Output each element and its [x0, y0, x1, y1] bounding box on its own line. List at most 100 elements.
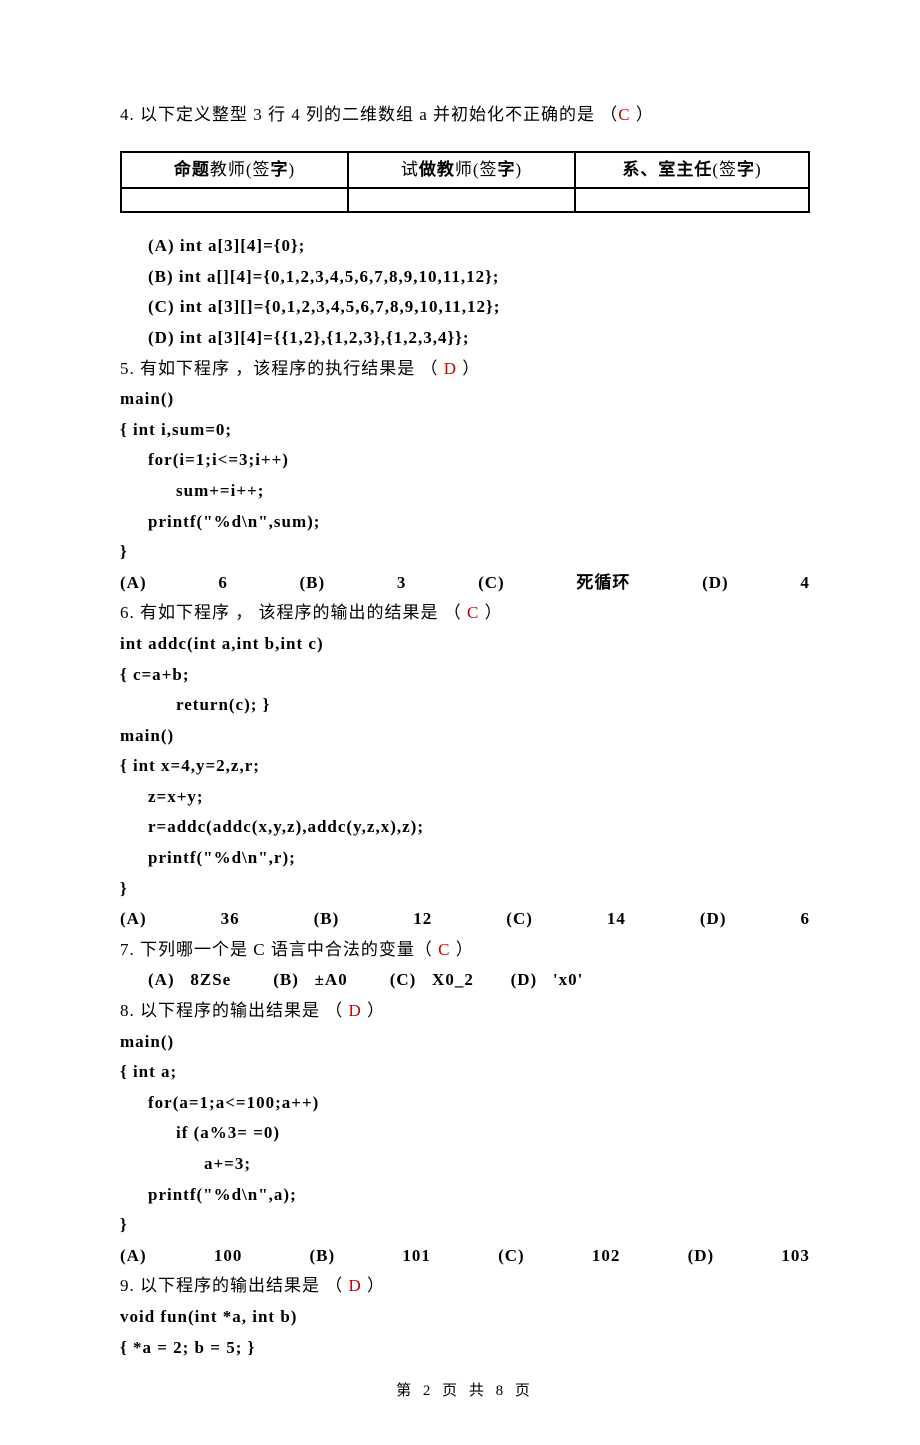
q4-opt-b: (B) int a[][4]={0,1,2,3,4,5,6,7,8,9,10,1… — [120, 262, 810, 293]
q9-code2: { *a = 2; b = 5; } — [120, 1333, 810, 1364]
table-cell: 系、室主任(签字) — [575, 152, 809, 189]
q7-tail: ） — [450, 940, 473, 959]
table-head-row: 命题教师(签字) 试做教师(签字) 系、室主任(签字) — [121, 152, 809, 189]
t-h2c: 师(签 — [455, 160, 498, 179]
q6-aC: (C) — [506, 904, 533, 935]
q6-code1: int addc(int a,int b,int c) — [120, 629, 810, 660]
page-content: 4. 以下定义整型 3 行 4 列的二维数组 a 并初始化不正确的是 （C ） … — [0, 0, 920, 1445]
t-h3c: 字 — [737, 160, 755, 179]
q4-tail: ） — [631, 105, 654, 124]
q9-tail: ） — [362, 1276, 385, 1295]
q8-aC: (C) — [498, 1241, 525, 1272]
q8-aCv: 102 — [592, 1241, 621, 1272]
q8-aDv: 103 — [781, 1241, 810, 1272]
q5-aDv: 4 — [800, 568, 810, 599]
q5-code6: } — [120, 537, 810, 568]
t-h2a: 试 — [401, 160, 419, 179]
q6-aDv: 6 — [801, 904, 811, 935]
q9-code1: void fun(int *a, int b) — [120, 1302, 810, 1333]
q5-tail: ） — [457, 359, 480, 378]
q6-code9: } — [120, 874, 810, 905]
q6-aAv: 36 — [221, 904, 240, 935]
table-empty-row — [121, 188, 809, 212]
t-h2e: ) — [516, 160, 523, 179]
q8-aD: (D) — [688, 1241, 715, 1272]
question-9: 9. 以下程序的输出结果是 （ D ） — [120, 1271, 810, 1302]
question-7: 7. 下列哪一个是 C 语言中合法的变量（ C ） — [120, 935, 810, 966]
table-cell: 试做教师(签字) — [348, 152, 575, 189]
question-4: 4. 以下定义整型 3 行 4 列的二维数组 a 并初始化不正确的是 （C ） — [120, 100, 810, 131]
q8-code1: main() — [120, 1027, 810, 1058]
q5-code4: sum+=i++; — [120, 476, 810, 507]
q4-text: 4. 以下定义整型 3 行 4 列的二维数组 a 并初始化不正确的是 （ — [120, 105, 618, 124]
q6-aBv: 12 — [413, 904, 432, 935]
q6-aD: (D) — [700, 904, 727, 935]
t-h1c: (签 — [246, 160, 271, 179]
q8-answers: (A) 100 (B) 101 (C) 102 (D) 103 — [120, 1241, 810, 1272]
q5-aB: (B) — [300, 568, 326, 599]
q5-aAv: 6 — [218, 568, 228, 599]
q8-code3: for(a=1;a<=100;a++) — [120, 1088, 810, 1119]
q6-tail: ） — [479, 603, 502, 622]
q4-opt-a: (A) int a[3][4]={0}; — [120, 231, 810, 262]
signature-table: 命题教师(签字) 试做教师(签字) 系、室主任(签字) — [120, 151, 810, 214]
q8-code7: } — [120, 1210, 810, 1241]
q9-text: 9. 以下程序的输出结果是 （ — [120, 1276, 349, 1295]
q6-answers: (A) 36 (B) 12 (C) 14 (D) 6 — [120, 904, 810, 935]
q8-aBv: 101 — [402, 1241, 431, 1272]
q5-code3: for(i=1;i<=3;i++) — [120, 445, 810, 476]
q4-answer: C — [618, 105, 630, 124]
q6-code7: r=addc(addc(x,y,z),addc(y,z,x),z); — [120, 812, 810, 843]
table-cell — [575, 188, 809, 212]
table-cell — [121, 188, 348, 212]
t-h2b: 做教 — [419, 160, 455, 179]
q8-code4: if (a%3= =0) — [120, 1118, 810, 1149]
q8-aB: (B) — [310, 1241, 336, 1272]
q5-code2: { int i,sum=0; — [120, 415, 810, 446]
table-cell — [348, 188, 575, 212]
q8-answer: D — [349, 1001, 362, 1020]
question-5: 5. 有如下程序 ，该程序的执行结果是 （ D ） — [120, 354, 810, 385]
q7-text: 7. 下列哪一个是 C 语言中合法的变量（ — [120, 940, 438, 959]
q5-answer: D — [444, 359, 457, 378]
t-h1d: 字 — [271, 160, 289, 179]
q4-opt-d: (D) int a[3][4]={{1,2},{1,2,3},{1,2,3,4}… — [120, 323, 810, 354]
question-6: 6. 有如下程序 ， 该程序的输出的结果是 （ C ） — [120, 598, 810, 629]
t-h2d: 字 — [498, 160, 516, 179]
q6-code2: { c=a+b; — [120, 660, 810, 691]
q5-answers: (A) 6 (B) 3 (C) 死循环 (D) 4 — [120, 568, 810, 599]
t-h1a: 命题 — [174, 160, 210, 179]
t-h3a: 系、室主任 — [622, 160, 712, 179]
q6-text: 6. 有如下程序 ， 该程序的输出的结果是 （ — [120, 603, 467, 622]
q8-aA: (A) — [120, 1241, 147, 1272]
question-8: 8. 以下程序的输出结果是 （ D ） — [120, 996, 810, 1027]
q6-aB: (B) — [314, 904, 340, 935]
q8-aAv: 100 — [214, 1241, 243, 1272]
q8-code5: a+=3; — [120, 1149, 810, 1180]
q6-answer: C — [467, 603, 479, 622]
t-h3d: ) — [755, 160, 762, 179]
q5-text: 5. 有如下程序 ，该程序的执行结果是 （ — [120, 359, 444, 378]
table: 命题教师(签字) 试做教师(签字) 系、室主任(签字) — [120, 151, 810, 214]
q4-opt-c: (C) int a[3][]={0,1,2,3,4,5,6,7,8,9,10,1… — [120, 292, 810, 323]
q5-code5: printf("%d\n",sum); — [120, 507, 810, 538]
table-cell: 命题教师(签字) — [121, 152, 348, 189]
t-h3b: (签 — [712, 160, 737, 179]
q8-code2: { int a; — [120, 1057, 810, 1088]
t-h1b: 教师 — [210, 160, 246, 179]
q8-tail: ） — [362, 1001, 385, 1020]
page-footer: 第 2 页 共 8 页 — [120, 1378, 810, 1405]
q5-aC: (C) — [478, 568, 505, 599]
q9-answer: D — [349, 1276, 362, 1295]
q6-code5: { int x=4,y=2,z,r; — [120, 751, 810, 782]
q7-answer: C — [438, 940, 450, 959]
t-h1e: ) — [289, 160, 296, 179]
q6-code4: main() — [120, 721, 810, 752]
q5-aD: (D) — [702, 568, 729, 599]
q7-opts: (A) 8ZSe (B) ±A0 (C) X0_2 (D) 'x0' — [120, 965, 810, 996]
q5-code1: main() — [120, 384, 810, 415]
q5-aBv: 3 — [397, 568, 407, 599]
q5-aCv: 死循环 — [576, 568, 630, 599]
q6-code8: printf("%d\n",r); — [120, 843, 810, 874]
q6-code3: return(c); } — [120, 690, 810, 721]
